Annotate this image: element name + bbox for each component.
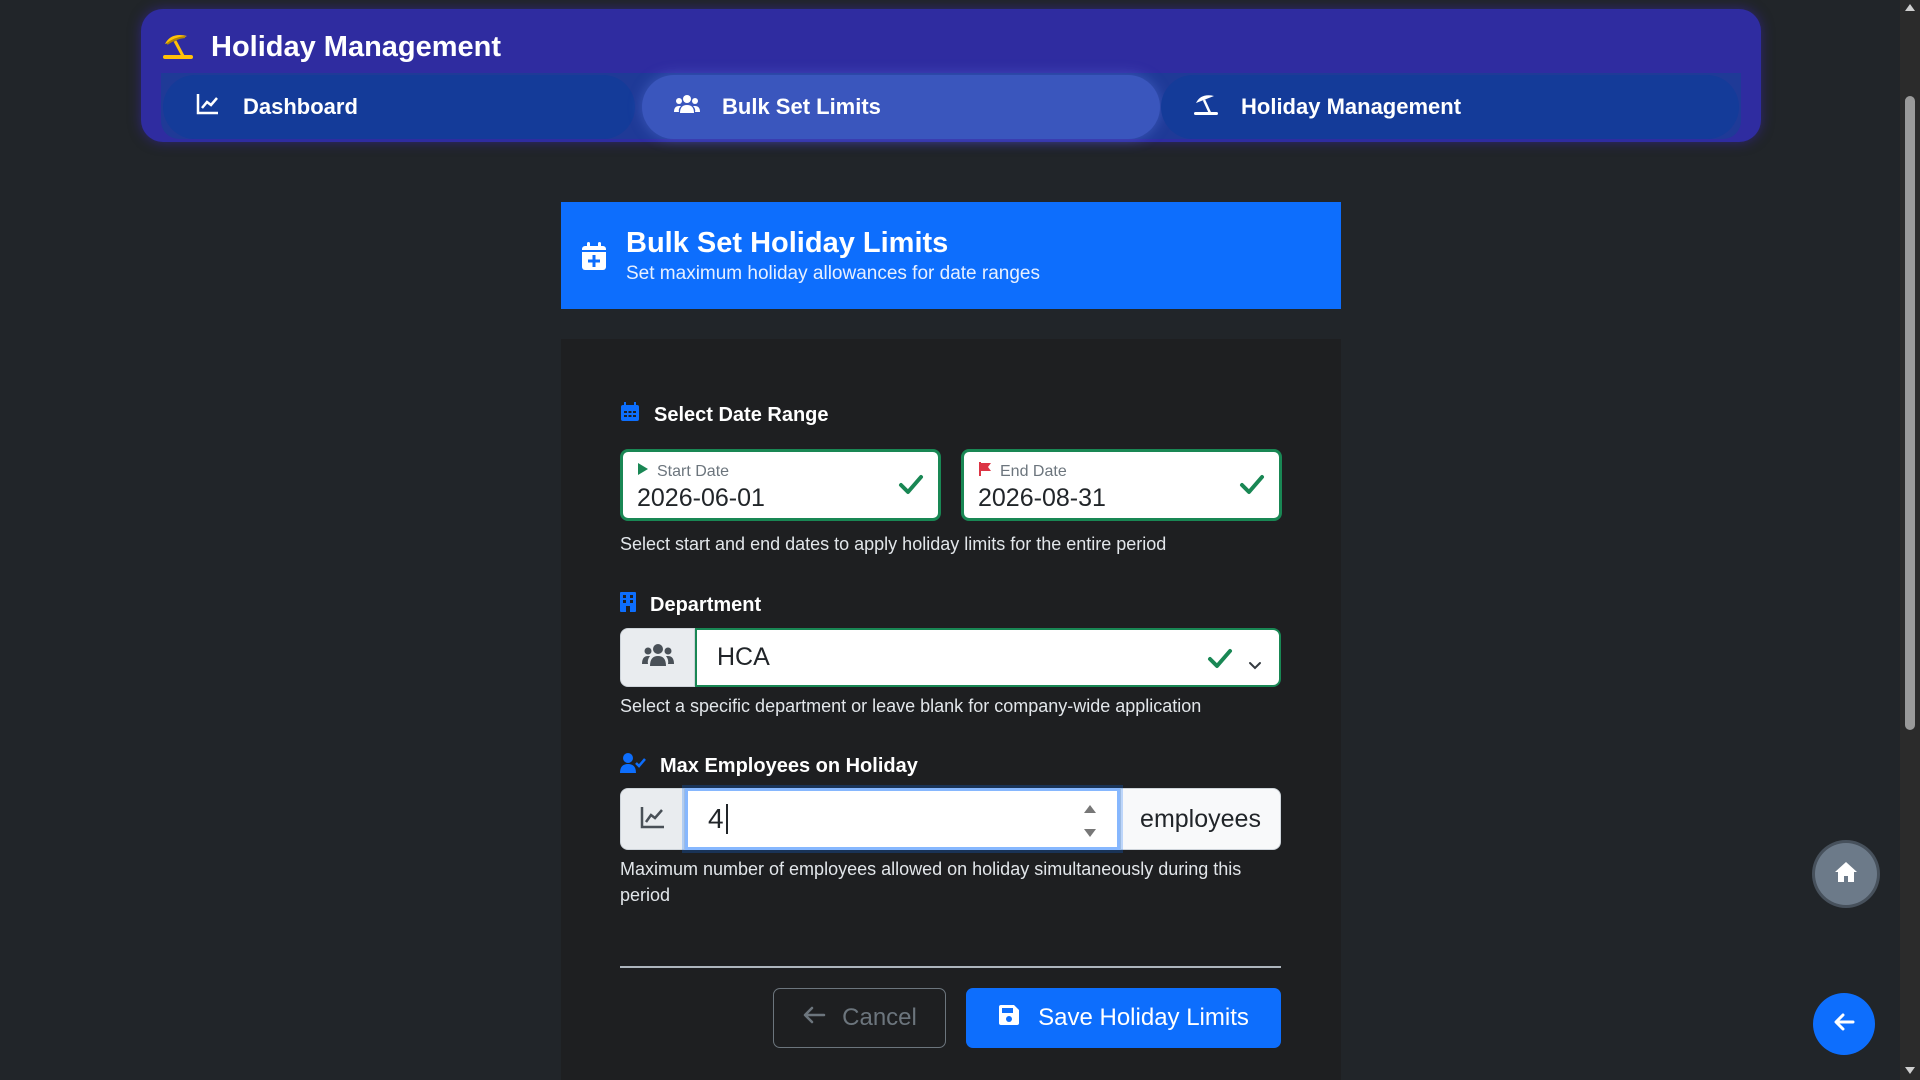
floppy-disk-icon bbox=[998, 1004, 1020, 1033]
section-title: Max Employees on Holiday bbox=[660, 754, 918, 777]
date-range-label: Select Date Range bbox=[620, 402, 829, 428]
start-date-value: 2026-06-01 bbox=[637, 484, 765, 512]
end-date-value: 2026-08-31 bbox=[978, 484, 1106, 512]
calendar-icon bbox=[620, 402, 640, 428]
card-header: Bulk Set Holiday Limits Set maximum holi… bbox=[561, 202, 1341, 309]
department-label: Department bbox=[620, 592, 761, 618]
scroll-down-icon[interactable] bbox=[1905, 1067, 1915, 1074]
scrollbar-thumb[interactable] bbox=[1905, 96, 1915, 730]
app-title: Holiday Management bbox=[211, 30, 502, 63]
section-title: Department bbox=[650, 593, 762, 616]
top-navbar: Holiday Management Dashboard Bulk Set Li… bbox=[141, 9, 1761, 142]
spin-down-icon[interactable] bbox=[1084, 829, 1096, 837]
chart-line-icon bbox=[195, 91, 221, 123]
flag-icon bbox=[978, 462, 992, 481]
card-title: Bulk Set Holiday Limits bbox=[626, 226, 949, 259]
check-icon bbox=[1239, 472, 1265, 498]
chart-line-icon bbox=[640, 805, 666, 834]
divider bbox=[620, 966, 1281, 968]
save-label: Save Holiday Limits bbox=[1038, 1004, 1249, 1031]
back-button[interactable] bbox=[1813, 993, 1875, 1055]
text-caret bbox=[725, 804, 728, 834]
department-input-group: HCA bbox=[620, 628, 1281, 687]
arrow-left-icon bbox=[802, 1004, 826, 1032]
end-date-field[interactable]: End Date 2026-08-31 bbox=[961, 449, 1282, 521]
tab-label: Dashboard bbox=[243, 94, 358, 119]
umbrella-beach-icon bbox=[1193, 91, 1219, 123]
tab-holiday-management[interactable]: Holiday Management bbox=[1161, 75, 1739, 139]
department-select[interactable]: HCA bbox=[695, 628, 1281, 687]
check-icon bbox=[1207, 646, 1233, 672]
play-icon bbox=[637, 462, 649, 481]
scroll-up-icon[interactable] bbox=[1905, 4, 1915, 11]
max-employees-input-group: 4 employees bbox=[620, 788, 1281, 850]
cancel-label: Cancel bbox=[842, 1004, 917, 1031]
users-icon bbox=[674, 91, 700, 123]
check-icon bbox=[898, 472, 924, 498]
department-addon bbox=[620, 628, 695, 687]
chevron-down-icon bbox=[1247, 652, 1263, 670]
max-employees-suffix: employees bbox=[1120, 788, 1281, 850]
tab-label: Holiday Management bbox=[1241, 94, 1462, 119]
cancel-button[interactable]: Cancel bbox=[773, 988, 946, 1048]
max-employees-label: Max Employees on Holiday bbox=[620, 752, 918, 780]
building-icon bbox=[620, 592, 636, 618]
users-icon bbox=[641, 643, 674, 672]
max-employees-value: 4 bbox=[708, 803, 724, 834]
start-date-label: Start Date bbox=[657, 462, 730, 480]
end-date-label: End Date bbox=[1000, 462, 1067, 480]
max-employees-help: Maximum number of employees allowed on h… bbox=[620, 859, 1242, 905]
umbrella-beach-icon bbox=[161, 30, 195, 65]
arrow-left-icon bbox=[1833, 1012, 1855, 1037]
brand[interactable]: Holiday Management bbox=[161, 23, 501, 71]
card-subtitle: Set maximum holiday allowances for date … bbox=[626, 262, 1040, 284]
save-button[interactable]: Save Holiday Limits bbox=[966, 988, 1281, 1048]
department-selected-value: HCA bbox=[717, 643, 770, 671]
tab-label: Bulk Set Limits bbox=[722, 94, 881, 119]
date-range-help: Select start and end dates to apply holi… bbox=[620, 534, 1167, 554]
tab-dashboard[interactable]: Dashboard bbox=[163, 75, 635, 139]
user-check-icon bbox=[620, 752, 646, 780]
home-icon bbox=[1834, 861, 1858, 888]
spin-up-icon[interactable] bbox=[1084, 805, 1096, 813]
start-date-field[interactable]: Start Date 2026-06-01 bbox=[620, 449, 941, 521]
max-employees-addon bbox=[620, 788, 685, 850]
calendar-plus-icon bbox=[581, 241, 607, 271]
section-title: Select Date Range bbox=[654, 403, 829, 426]
department-help: Select a specific department or leave bl… bbox=[620, 696, 1202, 716]
number-spinner[interactable] bbox=[1083, 805, 1097, 837]
nav-tabs: Dashboard Bulk Set Limits Holiday Manage… bbox=[161, 73, 1741, 139]
home-button[interactable] bbox=[1815, 843, 1877, 905]
tab-bulk-set-limits[interactable]: Bulk Set Limits bbox=[642, 75, 1160, 139]
page: Holiday Management Dashboard Bulk Set Li… bbox=[0, 0, 1920, 1080]
max-employees-input[interactable]: 4 bbox=[685, 788, 1120, 850]
